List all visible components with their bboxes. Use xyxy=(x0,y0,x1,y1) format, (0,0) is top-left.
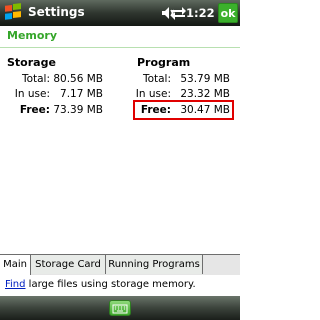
program-inuse-label: In use: xyxy=(135,88,171,100)
keyboard-keys-icon xyxy=(112,304,128,314)
windows-start-icon[interactable] xyxy=(3,3,23,23)
tab-main[interactable]: Main xyxy=(0,255,31,275)
free-memory-highlight xyxy=(133,100,234,120)
storage-total-value: 80.56 MB xyxy=(53,73,103,85)
ok-button[interactable]: ok xyxy=(218,3,238,23)
program-total-value: 53.79 MB xyxy=(180,73,230,85)
page-title: Memory xyxy=(7,29,58,42)
program-total-label: Total: xyxy=(142,73,171,85)
keyboard-icon[interactable] xyxy=(109,300,131,316)
page-header: Memory xyxy=(0,26,240,48)
volume-icon[interactable] xyxy=(160,5,176,21)
storage-inuse-label: In use: xyxy=(14,88,50,100)
storage-title: Storage xyxy=(7,56,56,69)
storage-free-label: Free: xyxy=(19,104,50,116)
program-inuse-value: 23.32 MB xyxy=(180,88,230,100)
tab-bar: Main Storage Card Running Programs xyxy=(0,254,240,275)
find-description: large files using storage memory. xyxy=(25,279,196,290)
app-title: Settings xyxy=(28,5,85,19)
tab-running-programs[interactable]: Running Programs xyxy=(106,255,203,274)
find-large-files-line: Find large files using storage memory. xyxy=(0,275,240,295)
find-link[interactable]: Find xyxy=(5,279,26,290)
storage-total-label: Total: xyxy=(21,73,50,85)
title-bar: Settings 1:22 ok xyxy=(0,0,240,26)
storage-free-value: 73.39 MB xyxy=(53,104,103,116)
program-title: Program xyxy=(137,56,191,69)
clock[interactable]: 1:22 xyxy=(186,6,215,20)
storage-inuse-value: 7.17 MB xyxy=(60,88,103,100)
tab-storage-card[interactable]: Storage Card xyxy=(31,255,106,274)
bottom-menu-bar xyxy=(0,296,240,320)
